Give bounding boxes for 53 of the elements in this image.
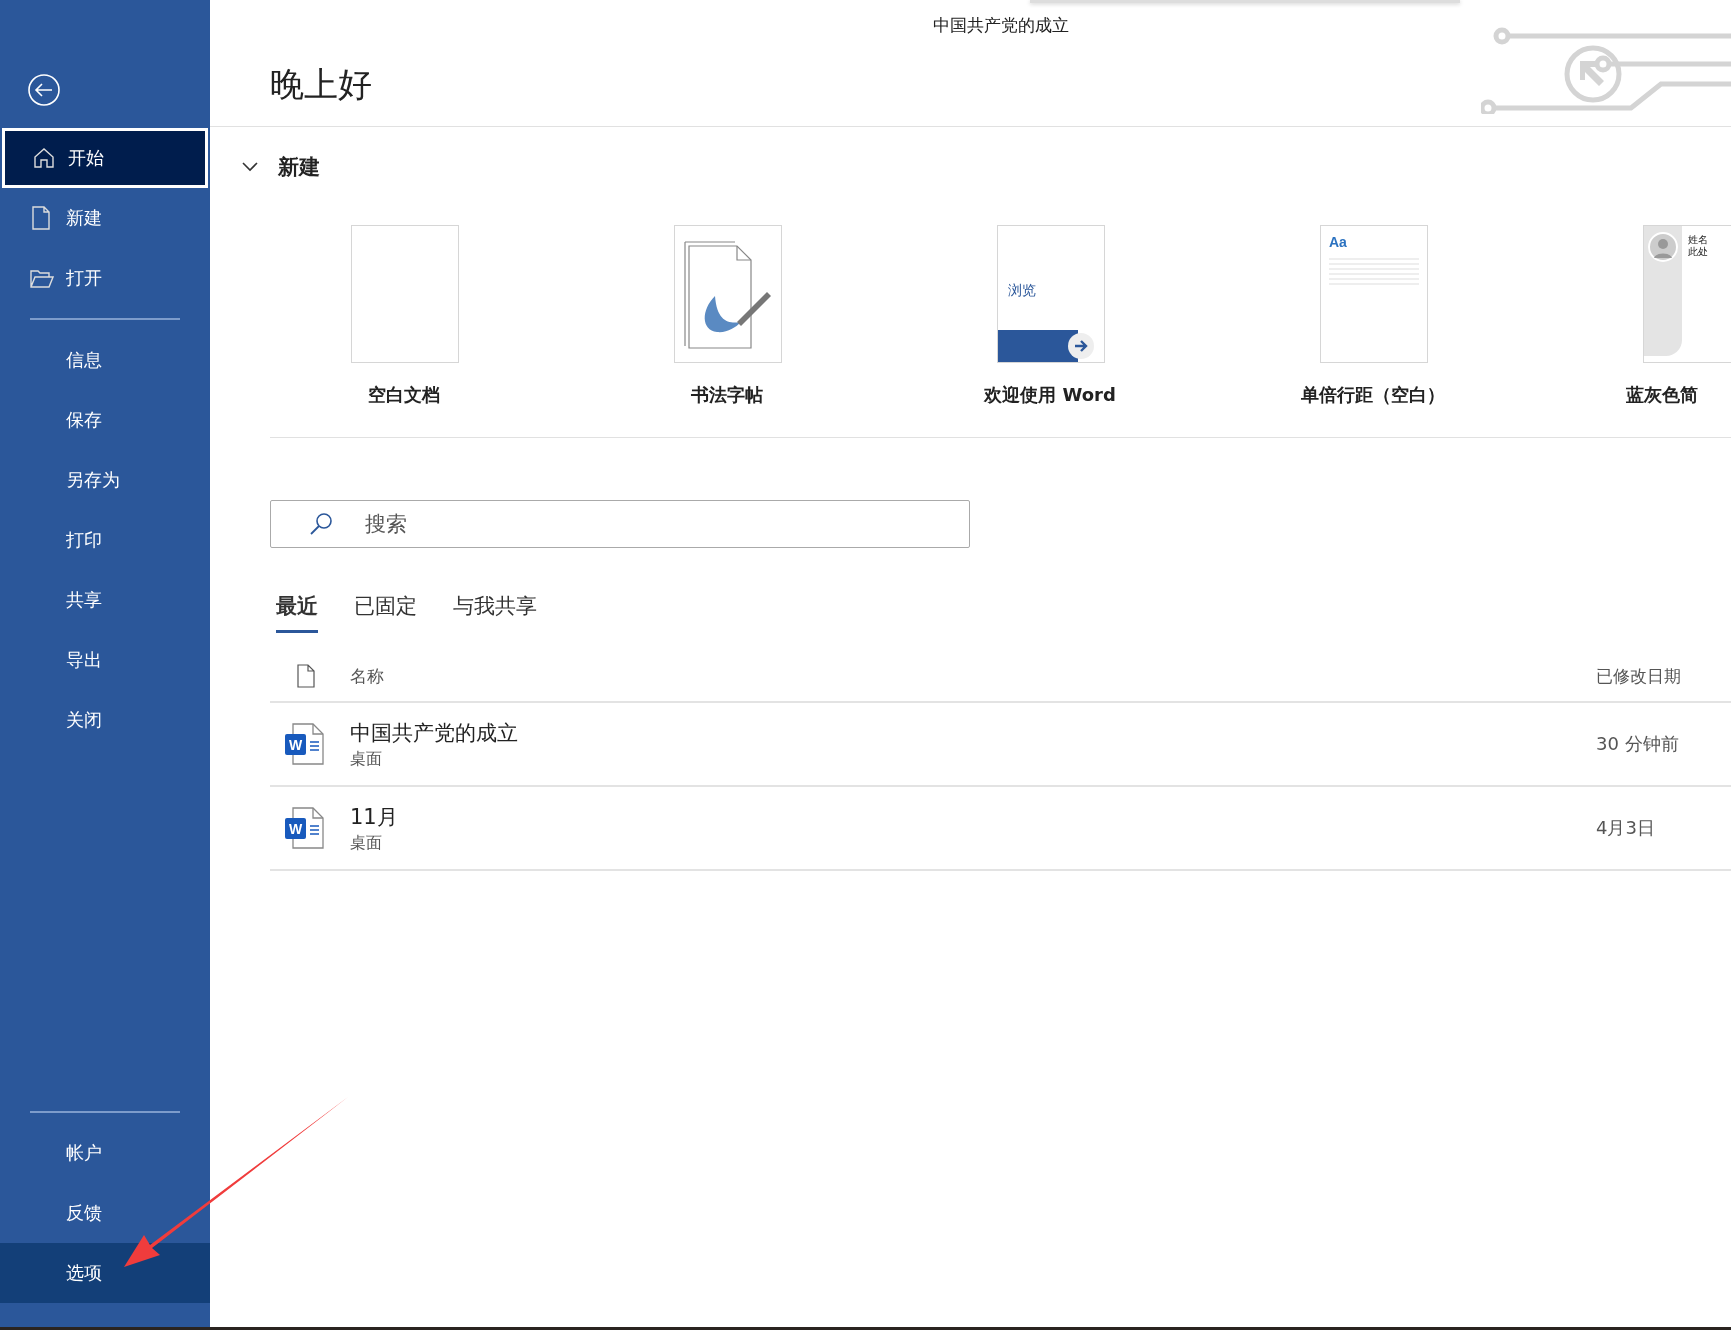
sidebar-item[interactable]: 导出 [0,630,210,690]
sidebar-item[interactable]: 共享 [0,570,210,630]
template-label: 单倍行距（空白） [1300,383,1446,407]
thumbnail-text: 浏览 [1008,282,1036,300]
sidebar-item[interactable]: 打开 [0,248,210,308]
file-location: 桌面 [350,832,383,854]
sidebar-item[interactable]: 开始 [2,128,208,188]
word-logo: W [285,734,306,755]
thumbnail-text: Aa [1329,234,1347,250]
template-label: 书法字帖 [690,383,764,407]
sidebar-item[interactable]: 选项 [0,1243,210,1303]
modified-date: 4月3日 [1596,816,1656,840]
column-header: 名称 [350,664,385,688]
sidebar-item[interactable]: 保存 [0,390,210,450]
recent-file-row[interactable]: W 11月 桌面 4月3日 [270,787,1731,871]
sidebar-item[interactable]: 帐户 [0,1123,210,1183]
column-header: 已修改日期 [1596,664,1682,688]
tab[interactable]: 已固定 [354,592,417,633]
sidebar-item[interactable]: 新建 [0,188,210,248]
chevron-icon [242,161,258,172]
template-label: 空白文档 [367,383,441,407]
modified-date: 30 分钟前 [1596,732,1680,756]
search-icon [308,511,334,537]
file-location: 桌面 [350,748,383,770]
sidebar-item[interactable]: 关闭 [0,690,210,750]
sidebar-item[interactable]: 反馈 [0,1183,210,1243]
page-icon [30,206,52,230]
folder-icon [30,267,54,289]
document-title: 中国共产党的成立 [932,14,1069,37]
tab[interactable]: 与我共享 [453,592,537,633]
recent-file-row[interactable]: W 中国共产党的成立 桌面 30 分钟前 [270,703,1731,787]
thumbnail-text: 此处 [1688,246,1708,258]
greeting-heading: 晚上好 [270,63,372,106]
sidebar-item[interactable]: 另存为 [0,450,210,510]
section-heading: 新建 [278,154,320,181]
sidebar-item[interactable]: 信息 [0,330,210,390]
sidebar-item[interactable]: 打印 [0,510,210,570]
file-name: 中国共产党的成立 [350,719,519,747]
home-icon [32,146,56,170]
search-field[interactable]: 搜索 [270,500,970,548]
file-icon [296,664,316,688]
word-logo: W [285,818,306,839]
template-thumbnail[interactable] [351,225,459,363]
template-label: 蓝灰色简 [1626,383,1699,407]
template-thumbnail[interactable]: 浏览 [997,225,1105,363]
avatar-icon [1648,232,1678,262]
file-name: 11月 [350,803,399,831]
tab[interactable]: 最近 [276,592,318,633]
template-thumbnail[interactable]: Aa [1320,225,1428,363]
template-thumbnail[interactable]: 姓名 此处 [1643,225,1731,363]
thumbnail-text: 姓名 [1688,234,1708,246]
arrow-right-icon [1067,332,1095,360]
template-label: 欢迎使用 Word [982,383,1117,407]
